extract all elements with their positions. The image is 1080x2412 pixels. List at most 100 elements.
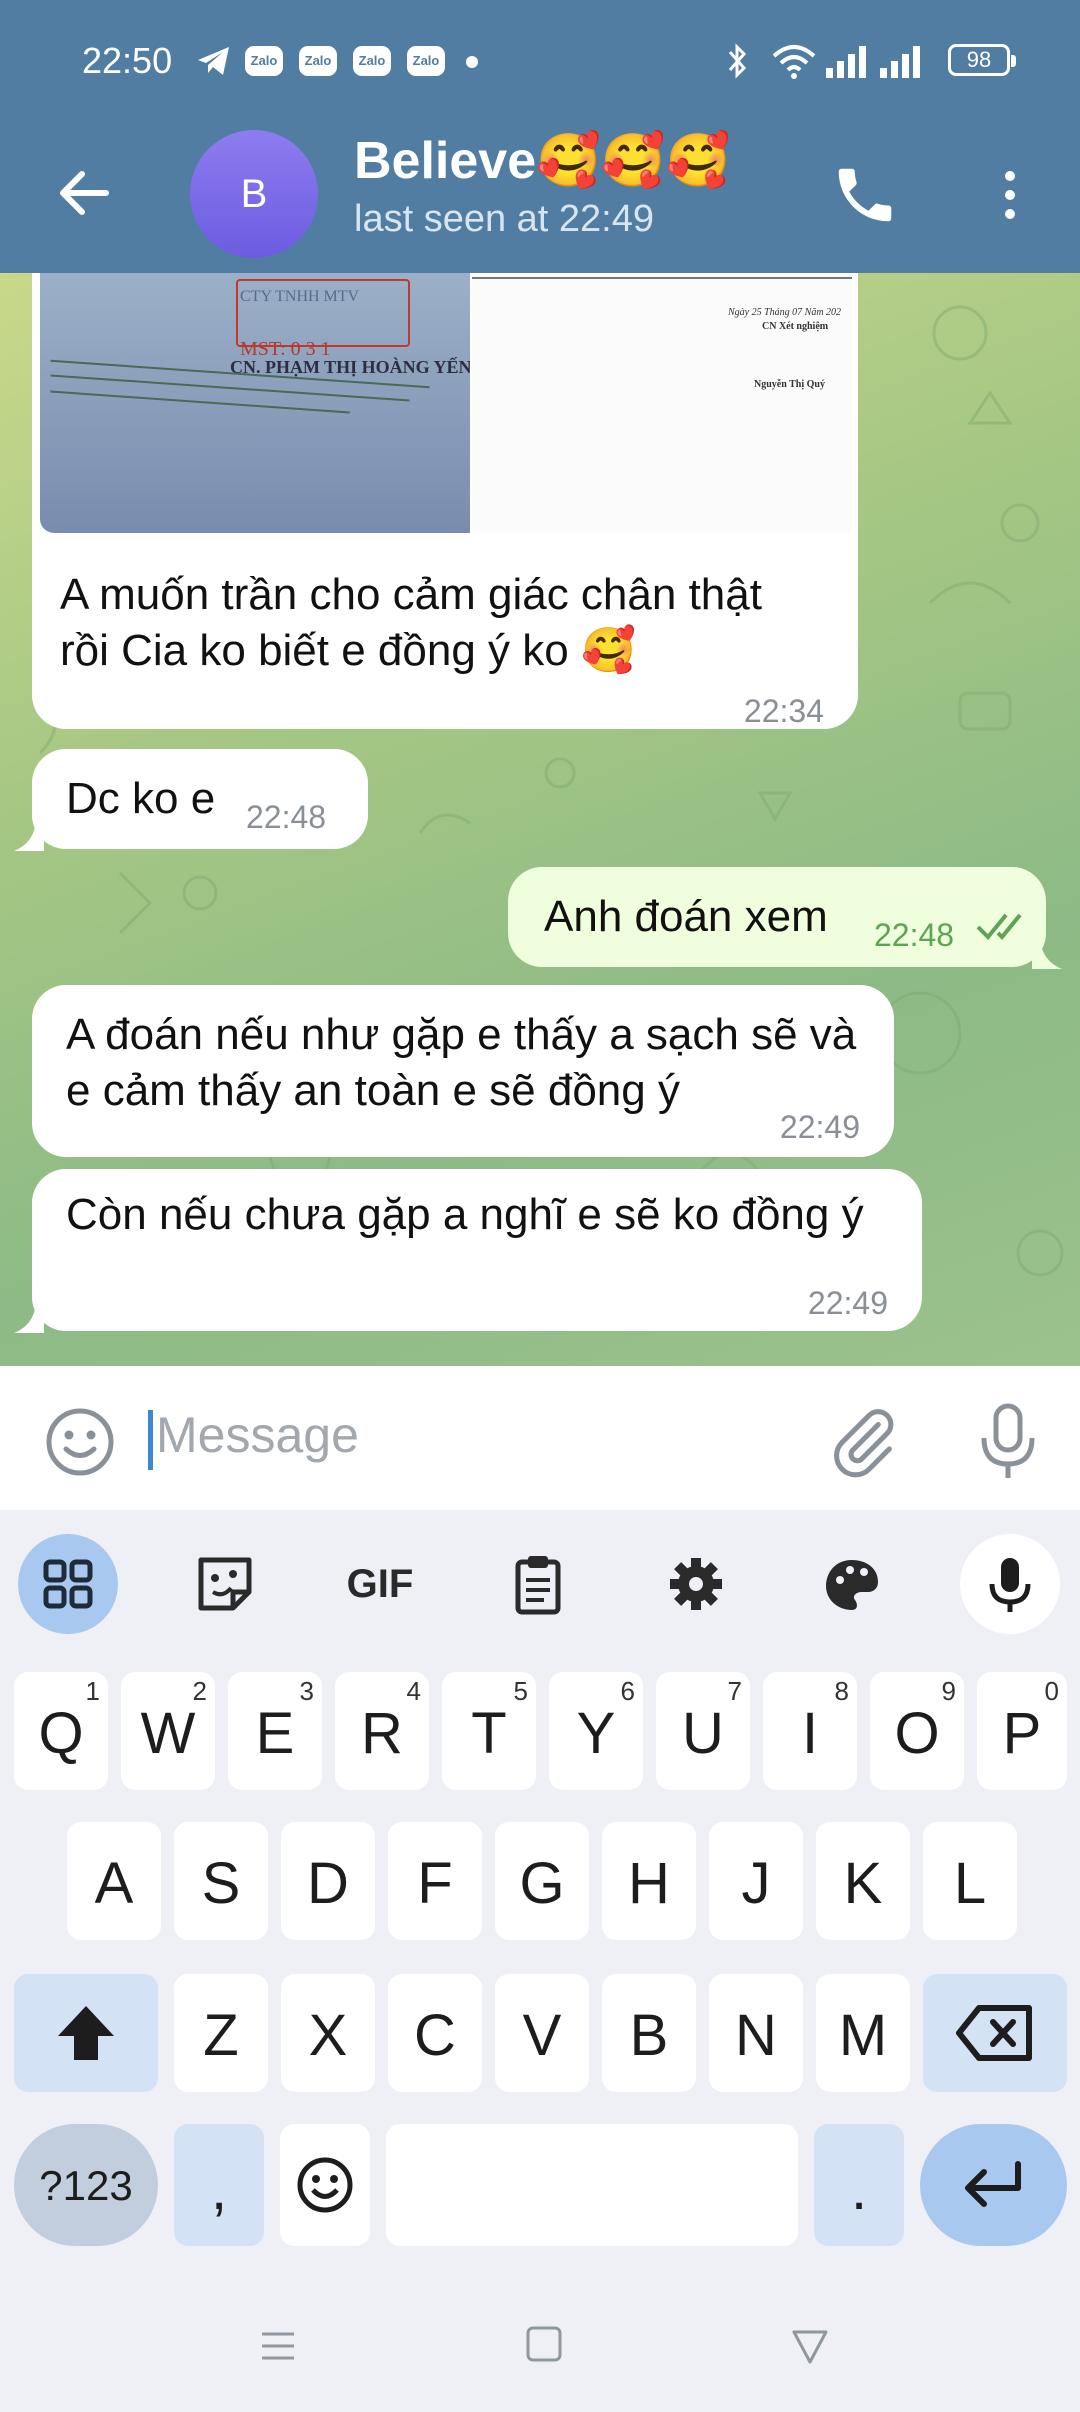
- key-l[interactable]: L: [923, 1822, 1017, 1940]
- incoming-message[interactable]: Còn nếu chưa gặp a nghĩ e sẽ ko đồng ý 2…: [32, 1169, 922, 1331]
- key-m[interactable]: M: [816, 1974, 910, 2092]
- key-e[interactable]: 3E: [228, 1672, 322, 1790]
- battery-icon: 98: [948, 44, 1016, 76]
- period-key[interactable]: .: [814, 2124, 904, 2246]
- zalo-notification-icon: Zalo: [299, 46, 337, 76]
- theme-palette-icon[interactable]: [802, 1534, 902, 1634]
- double-check-read-icon: [976, 913, 1022, 940]
- key-t[interactable]: 5T: [442, 1672, 536, 1790]
- key-u[interactable]: 7U: [656, 1672, 750, 1790]
- key-w[interactable]: 2W: [121, 1672, 215, 1790]
- text-cursor: [148, 1410, 153, 1470]
- key-c[interactable]: C: [388, 1974, 482, 2092]
- key-k[interactable]: K: [816, 1822, 910, 1940]
- outgoing-message[interactable]: Anh đoán xem 22:48: [508, 867, 1046, 967]
- key-n[interactable]: N: [709, 1974, 803, 2092]
- key-j[interactable]: J: [709, 1822, 803, 1940]
- back-triangle-icon[interactable]: [790, 2326, 830, 2371]
- key-z[interactable]: Z: [174, 1974, 268, 2092]
- key-s[interactable]: S: [174, 1822, 268, 1940]
- clipboard-icon[interactable]: [488, 1534, 588, 1634]
- message-time: 22:48: [874, 917, 955, 953]
- key-h[interactable]: H: [602, 1822, 696, 1940]
- key-v[interactable]: V: [495, 1974, 589, 2092]
- gif-button[interactable]: GIF: [330, 1534, 430, 1634]
- incoming-message[interactable]: Dc ko e 22:48: [32, 749, 368, 849]
- message-time: 22:49: [779, 1109, 860, 1145]
- key-i[interactable]: 8I: [763, 1672, 857, 1790]
- key-o[interactable]: 9O: [870, 1672, 964, 1790]
- bubble-tail: [1032, 939, 1062, 969]
- key-x[interactable]: X: [281, 1974, 375, 2092]
- sticker-icon[interactable]: [175, 1534, 275, 1634]
- status-time: 22:50: [82, 40, 173, 81]
- enter-arrow-icon: [965, 2161, 1021, 2207]
- chat-header: B Believe🥰🥰🥰 last seen at 22:49: [0, 120, 1080, 273]
- telegram-notification-icon: [196, 44, 232, 83]
- key-y[interactable]: 6Y: [549, 1672, 643, 1790]
- message-input[interactable]: Message: [156, 1406, 359, 1464]
- zalo-notification-icon: Zalo: [353, 46, 391, 76]
- message-time: 22:48: [246, 799, 327, 835]
- message-text: A muốn trần cho cảm giác chân thật rồi C…: [60, 570, 762, 675]
- last-seen-status: last seen at 22:49: [354, 198, 654, 240]
- emoji-key[interactable]: [280, 2124, 370, 2246]
- message-text: Anh đoán xem: [544, 892, 828, 941]
- space-bar[interactable]: [386, 2124, 798, 2246]
- top-bar: 22:50 Zalo Zalo Zalo Zalo 98 B Believe🥰🥰…: [0, 0, 1080, 273]
- attach-paperclip-icon[interactable]: [826, 1404, 902, 1480]
- recent-apps-menu-icon[interactable]: [258, 2326, 298, 2371]
- bluetooth-icon: [728, 43, 747, 79]
- back-arrow-icon[interactable]: [50, 158, 120, 228]
- bubble-tail: [14, 821, 44, 851]
- message-time: 22:49: [807, 1285, 888, 1321]
- emoji-icon[interactable]: [44, 1406, 116, 1478]
- system-navigation-bar: [0, 2290, 1080, 2412]
- message-photo[interactable]: CTY TNHH MTV MST: 0 3 1 CN. PHẠM THỊ HOÀ…: [40, 273, 470, 533]
- home-square-icon[interactable]: [524, 2324, 564, 2369]
- key-r[interactable]: 4R: [335, 1672, 429, 1790]
- doc-signer: Nguyễn Thị Quý: [754, 379, 825, 390]
- message-text: Dc ko e: [66, 774, 216, 823]
- message-photo-document[interactable]: Ngày 25 Tháng 07 Năm 202 CN Xét nghiệm N…: [472, 273, 852, 533]
- voice-input-mic-icon[interactable]: [960, 1534, 1060, 1634]
- symbols-key[interactable]: ?123: [14, 2124, 158, 2246]
- smiley-icon: [297, 2157, 353, 2213]
- enter-key[interactable]: [920, 2124, 1067, 2246]
- doc-role: CN Xét nghiệm: [762, 321, 829, 332]
- message-text: A đoán nếu như gặp e thấy a sạch sẽ và e…: [66, 1010, 857, 1115]
- message-time: 22:34: [743, 693, 824, 729]
- settings-gear-icon[interactable]: [646, 1534, 746, 1634]
- shift-arrow-icon: [58, 2006, 114, 2060]
- key-g[interactable]: G: [495, 1822, 589, 1940]
- backspace-key[interactable]: [923, 1974, 1067, 2092]
- message-text: Còn nếu chưa gặp a nghĩ e sẽ ko đồng ý: [66, 1190, 864, 1239]
- doc-table-line: [472, 277, 852, 279]
- message-input-bar: Message: [0, 1366, 1080, 1510]
- incoming-photo-message[interactable]: CTY TNHH MTV MST: 0 3 1 CN. PHẠM THỊ HOÀ…: [32, 273, 858, 729]
- more-notifications-dot: [466, 56, 478, 68]
- microphone-icon[interactable]: [976, 1402, 1040, 1482]
- key-b[interactable]: B: [602, 1974, 696, 2092]
- backspace-icon: [956, 2005, 1032, 2061]
- phone-call-icon[interactable]: [830, 160, 900, 230]
- bubble-tail: [14, 1303, 44, 1333]
- key-f[interactable]: F: [388, 1822, 482, 1940]
- avatar[interactable]: B: [190, 130, 318, 258]
- incoming-message[interactable]: A đoán nếu như gặp e thấy a sạch sẽ và e…: [32, 985, 894, 1157]
- status-bar: 22:50 Zalo Zalo Zalo Zalo 98: [0, 0, 1080, 120]
- shift-key[interactable]: [14, 1974, 158, 2092]
- zalo-notification-icon: Zalo: [407, 46, 445, 76]
- key-a[interactable]: A: [67, 1822, 161, 1940]
- on-screen-keyboard: GIF 1Q 2W 3E 4R 5T 6Y 7U 8I 9O 0P A S D …: [0, 1510, 1080, 2290]
- key-d[interactable]: D: [281, 1822, 375, 1940]
- chat-area[interactable]: CTY TNHH MTV MST: 0 3 1 CN. PHẠM THỊ HOÀ…: [0, 273, 1080, 1366]
- contact-name[interactable]: Believe🥰🥰🥰: [354, 130, 730, 191]
- signal-icon: [826, 46, 866, 78]
- comma-key[interactable]: ,: [174, 2124, 264, 2246]
- key-q[interactable]: 1Q: [14, 1672, 108, 1790]
- keyboard-apps-grid-icon[interactable]: [18, 1534, 118, 1634]
- zalo-notification-icon: Zalo: [245, 46, 283, 76]
- more-options-icon[interactable]: [990, 160, 1030, 230]
- key-p[interactable]: 0P: [977, 1672, 1067, 1790]
